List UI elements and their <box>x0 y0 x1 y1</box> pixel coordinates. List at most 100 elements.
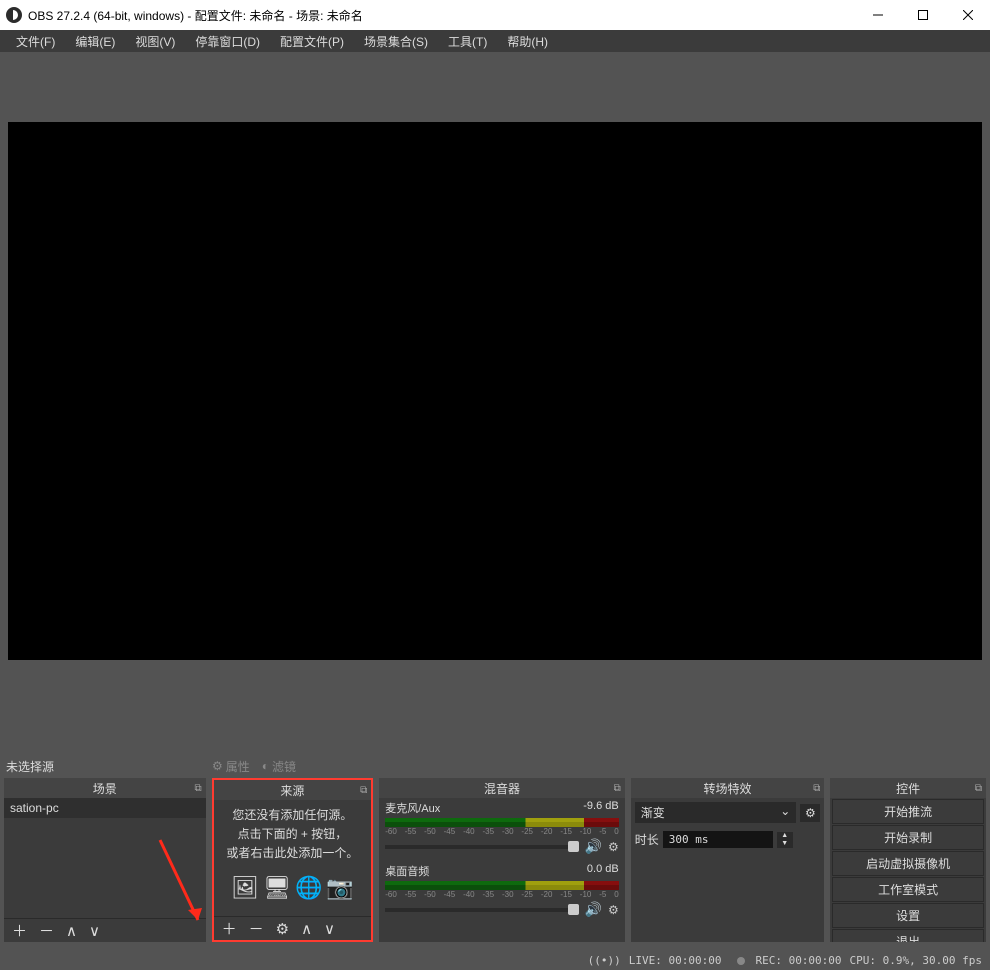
scenes-title: 场景 <box>93 780 117 797</box>
controls-dock: 控件 ⧉ 开始推流 开始录制 启动虚拟摄像机 工作室模式 设置 退出 <box>830 778 986 942</box>
menu-scene-collection[interactable]: 场景集合(S) <box>354 33 438 50</box>
scene-down-button[interactable]: ∨ <box>89 922 100 940</box>
sources-dock-header: 来源 ⧉ <box>214 780 372 800</box>
source-up-button[interactable]: ∧ <box>301 920 312 938</box>
properties-button[interactable]: ⚙ 属性 <box>206 756 256 777</box>
menu-view[interactable]: 视图(V) <box>125 33 185 50</box>
menu-file[interactable]: 文件(F) <box>6 33 65 50</box>
globe-icon: 🌐 <box>295 870 322 905</box>
menu-help[interactable]: 帮助(H) <box>497 33 558 50</box>
filters-icon: ◐ <box>262 759 269 773</box>
display-icon: 🖥 <box>263 870 291 905</box>
status-bar: ((•)) LIVE: 00:00:00 REC: 00:00:00 CPU: … <box>0 950 990 970</box>
menu-profile[interactable]: 配置文件(P) <box>270 33 354 50</box>
transition-settings-button[interactable]: ⚙ <box>800 804 820 822</box>
speaker-icon[interactable]: 🔊 <box>585 901 602 918</box>
controls-dock-header: 控件 ⧉ <box>830 778 986 798</box>
popout-icon[interactable]: ⧉ <box>360 785 367 796</box>
filters-button[interactable]: ◐ 滤镜 <box>256 756 302 777</box>
gear-icon: ⚙ <box>212 759 223 773</box>
desktop-volume-slider[interactable] <box>385 908 578 912</box>
controls-title: 控件 <box>896 780 920 797</box>
chevron-up-icon: ▲ <box>777 832 793 840</box>
mixer-channel-desktop: 桌面音频 0.0 dB -60-55-50-45-40-35-30-25-20-… <box>379 861 624 918</box>
duration-input[interactable]: 300 ms <box>663 831 773 848</box>
add-source-button[interactable]: ＋ <box>222 918 237 939</box>
menubar: 文件(F) 编辑(E) 视图(V) 停靠窗口(D) 配置文件(P) 场景集合(S… <box>0 30 990 52</box>
preview-canvas[interactable] <box>8 122 982 660</box>
image-icon: 🖼 <box>231 870 259 905</box>
scene-item[interactable]: sation-pc <box>4 798 206 818</box>
chevron-down-icon: ⌄ <box>780 804 790 821</box>
start-streaming-button[interactable]: 开始推流 <box>832 799 984 824</box>
mixer-dock-header: 混音器 ⧉ <box>379 778 624 798</box>
desktop-audio-label: 桌面音频 <box>385 863 429 879</box>
virtual-camera-button[interactable]: 启动虚拟摄像机 <box>832 851 984 876</box>
sources-help-line3: 或者右击此处添加一个。 <box>214 844 372 863</box>
sources-title: 来源 <box>280 782 304 799</box>
close-button[interactable] <box>945 0 990 30</box>
source-toolbar: 未选择源 ⚙ 属性 ◐ 滤镜 <box>0 754 990 778</box>
popout-icon[interactable]: ⧉ <box>813 783 820 794</box>
meter-ticks: -60-55-50-45-40-35-30-25-20-15-10-50 <box>385 890 618 899</box>
obs-logo-icon <box>6 7 22 23</box>
filters-label: 滤镜 <box>272 758 296 775</box>
mic-db: -9.6 dB <box>583 800 618 816</box>
remove-source-button[interactable]: － <box>249 918 264 939</box>
mixer-dock: 混音器 ⧉ 麦克风/Aux -9.6 dB -60-55-50-45-40-35… <box>379 778 624 942</box>
studio-mode-button[interactable]: 工作室模式 <box>832 877 984 902</box>
speaker-icon[interactable]: 🔊 <box>585 838 602 855</box>
meter-ticks: -60-55-50-45-40-35-30-25-20-15-10-50 <box>385 827 618 836</box>
chevron-down-icon: ▼ <box>777 840 793 848</box>
source-down-button[interactable]: ∨ <box>324 920 335 938</box>
mic-meter <box>385 818 618 827</box>
mic-settings-button[interactable]: ⚙ <box>608 840 619 854</box>
properties-label: 属性 <box>226 758 250 775</box>
scene-up-button[interactable]: ∧ <box>66 922 77 940</box>
mixer-channel-mic: 麦克风/Aux -9.6 dB -60-55-50-45-40-35-30-25… <box>379 798 624 855</box>
no-source-selected-label: 未选择源 <box>6 758 206 775</box>
sources-empty-help[interactable]: 您还没有添加任何源。 点击下面的 + 按钮， 或者右击此处添加一个。 🖼 🖥 🌐… <box>214 800 372 916</box>
popout-icon[interactable]: ⧉ <box>194 783 201 794</box>
settings-button[interactable]: 设置 <box>832 903 984 928</box>
minimize-button[interactable] <box>855 0 900 30</box>
transition-current: 渐变 <box>641 804 665 821</box>
rec-status: REC: 00:00:00 <box>755 954 841 967</box>
duration-stepper[interactable]: ▲ ▼ <box>777 832 793 848</box>
window-titlebar: OBS 27.2.4 (64-bit, windows) - 配置文件: 未命名… <box>0 0 990 30</box>
mic-volume-slider[interactable] <box>385 845 578 849</box>
scenes-dock: 场景 ⧉ sation-pc ＋ － ∧ ∨ <box>4 778 206 942</box>
menu-dock[interactable]: 停靠窗口(D) <box>185 33 270 50</box>
mixer-title: 混音器 <box>484 780 520 797</box>
duration-label: 时长 <box>635 831 659 848</box>
live-status: LIVE: 00:00:00 <box>629 954 722 967</box>
mic-label: 麦克风/Aux <box>385 800 440 816</box>
transition-dock-header: 转场特效 ⧉ <box>631 778 825 798</box>
sources-help-line2: 点击下面的 + 按钮， <box>214 825 372 844</box>
source-settings-button[interactable]: ⚙ <box>276 920 289 938</box>
record-dot-icon <box>737 957 745 965</box>
window-title: OBS 27.2.4 (64-bit, windows) - 配置文件: 未命名… <box>28 7 855 24</box>
desktop-audio-db: 0.0 dB <box>587 863 619 879</box>
transition-title: 转场特效 <box>704 780 752 797</box>
transition-select[interactable]: 渐变 ⌄ <box>635 802 797 823</box>
desktop-settings-button[interactable]: ⚙ <box>608 903 619 917</box>
network-icon: ((•)) <box>588 954 621 967</box>
menu-edit[interactable]: 编辑(E) <box>65 33 125 50</box>
sources-help-line1: 您还没有添加任何源。 <box>214 806 372 825</box>
cpu-status: CPU: 0.9%, 30.00 fps <box>850 954 982 967</box>
menu-tools[interactable]: 工具(T) <box>438 33 497 50</box>
popout-icon[interactable]: ⧉ <box>614 783 621 794</box>
scenes-dock-header: 场景 ⧉ <box>4 778 206 798</box>
maximize-button[interactable] <box>900 0 945 30</box>
camera-icon: 📷 <box>326 870 353 905</box>
popout-icon[interactable]: ⧉ <box>975 783 982 794</box>
start-recording-button[interactable]: 开始录制 <box>832 825 984 850</box>
transition-dock: 转场特效 ⧉ 渐变 ⌄ ⚙ 时长 300 ms ▲ ▼ <box>631 778 825 942</box>
desktop-meter <box>385 881 618 890</box>
add-scene-button[interactable]: ＋ <box>12 920 27 941</box>
exit-button[interactable]: 退出 <box>832 929 984 942</box>
preview-area <box>0 52 990 754</box>
remove-scene-button[interactable]: － <box>39 920 54 941</box>
sources-dock: 来源 ⧉ 您还没有添加任何源。 点击下面的 + 按钮， 或者右击此处添加一个。 … <box>212 778 374 942</box>
